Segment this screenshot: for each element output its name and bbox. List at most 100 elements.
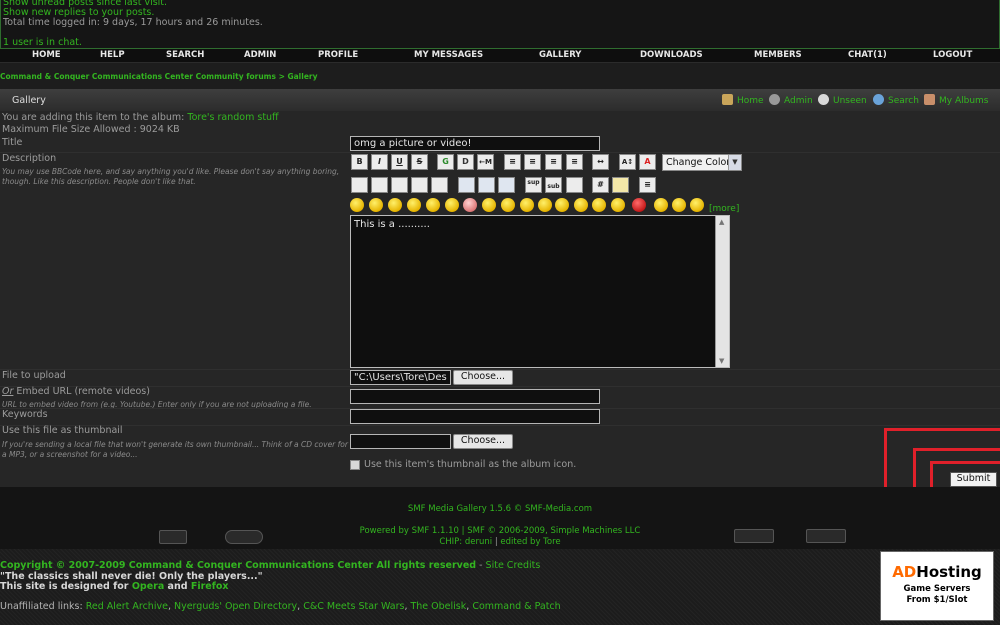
scroll-down-icon[interactable]: ▼ xyxy=(719,357,724,365)
main-menu: HOME HELP SEARCH ADMIN PROFILE MY MESSAG… xyxy=(0,49,1000,63)
font-size-button[interactable]: A↕ xyxy=(619,154,636,170)
menu-search[interactable]: SEARCH xyxy=(166,50,204,60)
angry-smiley-icon[interactable] xyxy=(632,198,646,212)
title-input[interactable]: omg a picture or video! xyxy=(350,136,600,151)
chat-users-link[interactable]: 1 user is in chat. xyxy=(3,37,82,48)
opera-link[interactable]: Opera xyxy=(132,581,164,592)
grin-smiley-icon[interactable] xyxy=(482,198,496,212)
menu-profile[interactable]: PROFILE xyxy=(318,50,358,60)
hyperlink-button[interactable] xyxy=(391,177,408,193)
powered-by-smf[interactable]: Powered by SMF 1.1.10 | SMF © 2006-2009,… xyxy=(0,526,1000,536)
breadcrumb-forum-link[interactable]: Command & Conquer Communications Center … xyxy=(0,72,276,81)
gallery-home-link[interactable]: Home xyxy=(722,94,764,106)
choose-thumbnail-button[interactable]: Choose... xyxy=(453,434,513,449)
menu-home[interactable]: HOME xyxy=(32,50,61,60)
change-color-select[interactable]: Change Color ▼ xyxy=(662,154,742,171)
w3c-xhtml-badge-icon[interactable] xyxy=(734,529,774,543)
list-button[interactable]: ≡ xyxy=(639,177,656,193)
menu-help[interactable]: HELP xyxy=(100,50,125,60)
menu-my-messages[interactable]: MY MESSAGES xyxy=(414,50,483,60)
rolleyes-smiley-icon[interactable] xyxy=(555,198,569,212)
mysql-badge-icon[interactable] xyxy=(159,530,187,544)
gallery-admin-link[interactable]: Admin xyxy=(769,94,813,106)
strike-button[interactable]: S xyxy=(411,154,428,170)
image-button[interactable] xyxy=(371,177,388,193)
evil-smiley-icon[interactable] xyxy=(690,198,704,212)
more-smileys-link[interactable]: [more] xyxy=(709,204,739,214)
album-icon-label: Use this item's thumbnail as the album i… xyxy=(364,459,577,470)
table-row-button[interactable] xyxy=(478,177,495,193)
undecided-smiley-icon[interactable] xyxy=(445,198,459,212)
align-left-button[interactable]: ≡ xyxy=(504,154,521,170)
textarea-scrollbar[interactable]: ▲ ▼ xyxy=(715,216,729,367)
gallery-unseen-link[interactable]: Unseen xyxy=(818,94,867,106)
smug-smiley-icon[interactable] xyxy=(574,198,588,212)
link-obelisk[interactable]: The Obelisk xyxy=(410,601,466,612)
link-cnc-star-wars[interactable]: C&C Meets Star Wars xyxy=(303,601,404,612)
menu-downloads[interactable]: DOWNLOADS xyxy=(640,50,703,60)
menu-gallery[interactable]: GALLERY xyxy=(539,50,581,60)
embarrassed-smiley-icon[interactable] xyxy=(611,198,625,212)
shocked-smiley-icon[interactable] xyxy=(426,198,440,212)
glow-button[interactable]: G xyxy=(437,154,454,170)
album-icon-checkbox[interactable] xyxy=(350,460,360,470)
thumbnail-path-input[interactable] xyxy=(350,434,451,449)
w3c-css-badge-icon[interactable] xyxy=(806,529,846,543)
cry-smiley-icon[interactable] xyxy=(520,198,534,212)
php-badge-icon[interactable] xyxy=(225,530,263,544)
shadow-button[interactable]: D xyxy=(457,154,474,170)
smiley-icon[interactable] xyxy=(350,198,364,212)
adhosting-banner[interactable]: ADHosting Game Servers From $1/Slot xyxy=(880,551,994,621)
tongue-smiley-icon[interactable] xyxy=(592,198,606,212)
wink-smiley-icon[interactable] xyxy=(369,198,383,212)
scroll-up-icon[interactable]: ▲ xyxy=(719,218,724,226)
ftp-button[interactable] xyxy=(431,177,448,193)
site-credits-link[interactable]: Site Credits xyxy=(486,560,541,571)
table-cell-button[interactable] xyxy=(498,177,515,193)
kiss-smiley-icon[interactable] xyxy=(463,198,477,212)
font-face-button[interactable]: A xyxy=(639,154,656,170)
bold-button[interactable]: B xyxy=(351,154,368,170)
italic-button[interactable]: I xyxy=(371,154,388,170)
message-textarea[interactable]: This is a .......... ▲ ▼ xyxy=(350,215,730,368)
link-open-directory[interactable]: Nyerguds' Open Directory xyxy=(174,601,297,612)
gallery-my-albums-link[interactable]: My Albums xyxy=(924,94,988,106)
keywords-input[interactable] xyxy=(350,409,600,424)
align-right-button[interactable]: ≡ xyxy=(545,154,562,170)
breadcrumb-gallery-link[interactable]: Gallery xyxy=(287,72,317,81)
link-red-alert-archive[interactable]: Red Alert Archive xyxy=(86,601,168,612)
horizontal-rule-button[interactable]: ↔ xyxy=(592,154,609,170)
huh-smiley-icon[interactable] xyxy=(538,198,552,212)
menu-members[interactable]: MEMBERS xyxy=(754,50,802,60)
gallery-search-link[interactable]: Search xyxy=(873,94,919,106)
sad-smiley-icon[interactable] xyxy=(501,198,515,212)
cheesy-smiley-icon[interactable] xyxy=(388,198,402,212)
submit-button[interactable]: Submit xyxy=(950,472,997,487)
menu-chat[interactable]: CHAT(1) xyxy=(848,50,887,60)
marquee-button[interactable]: ←M xyxy=(477,154,494,170)
embed-url-input[interactable] xyxy=(350,389,600,404)
table-button[interactable] xyxy=(458,177,475,193)
superscript-button[interactable]: sup xyxy=(525,177,542,193)
file-path-input[interactable]: "C:\Users\Tore\Des xyxy=(350,370,451,385)
align-center-button[interactable]: ≡ xyxy=(524,154,541,170)
justify-button[interactable]: ≡ xyxy=(566,154,583,170)
cool-smiley-icon[interactable] xyxy=(407,198,421,212)
chip-author-link[interactable]: deruni xyxy=(465,537,492,547)
menu-admin[interactable]: ADMIN xyxy=(244,50,276,60)
media-gallery-credit[interactable]: SMF Media Gallery 1.5.6 © SMF-Media.com xyxy=(0,504,1000,514)
link-command-patch[interactable]: Command & Patch xyxy=(472,601,560,612)
album-name-link[interactable]: Tore's random stuff xyxy=(187,112,278,123)
laugh-smiley-icon[interactable] xyxy=(654,198,668,212)
lipsrsealed-smiley-icon[interactable] xyxy=(672,198,686,212)
menu-logout[interactable]: LOGOUT xyxy=(933,50,972,60)
firefox-link[interactable]: Firefox xyxy=(191,581,229,592)
subscript-button[interactable]: sub xyxy=(545,177,562,193)
code-button[interactable]: # xyxy=(592,177,609,193)
flash-button[interactable] xyxy=(351,177,368,193)
choose-file-button[interactable]: Choose... xyxy=(453,370,513,385)
teletype-button[interactable] xyxy=(566,177,583,193)
quote-button[interactable] xyxy=(612,177,629,193)
email-button[interactable] xyxy=(411,177,428,193)
underline-button[interactable]: U xyxy=(391,154,408,170)
